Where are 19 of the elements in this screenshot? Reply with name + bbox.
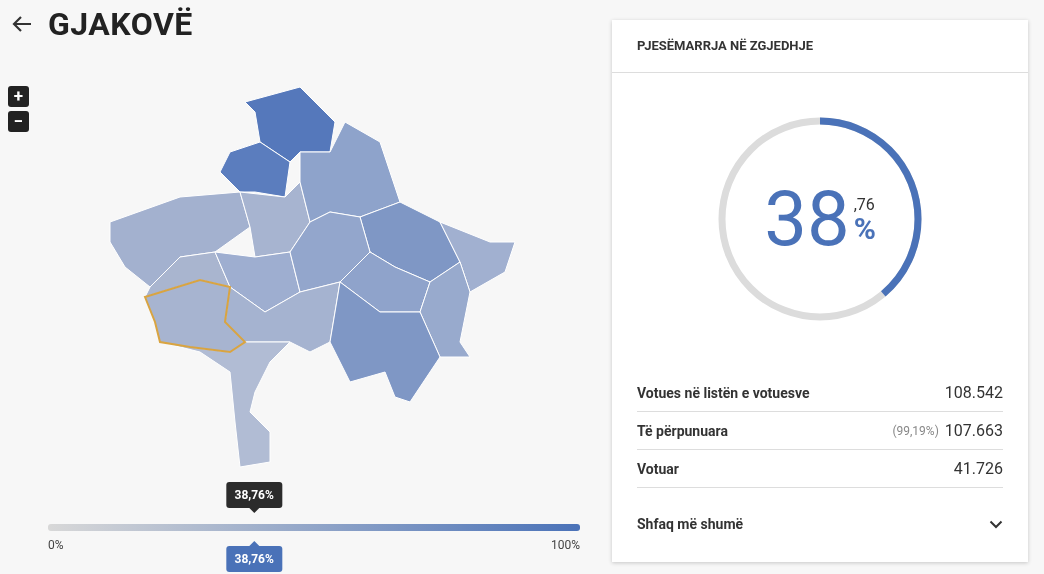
legend-min-label: 0% (48, 538, 64, 552)
stat-value: 108.542 (944, 383, 1003, 402)
legend-max-label: 100% (550, 538, 580, 552)
tooltip: 38,76% (226, 482, 282, 513)
zoom-in-button[interactable]: + (8, 86, 29, 107)
page-title: GJAKOVË (48, 5, 193, 43)
card-title: PJESËMARRJA NË ZGJEDHJE (612, 20, 1028, 73)
stat-value: 107.663 (944, 421, 1003, 440)
show-more-link[interactable]: Shfaq më shumë (637, 516, 744, 532)
turnout-value: 38 (764, 181, 850, 257)
percent-sign: % (853, 213, 876, 244)
stat-label: Votues në listën e votuesve (637, 384, 811, 401)
stat-percentage: (99,19%) (892, 423, 939, 438)
stat-label: Votuar (637, 460, 680, 477)
stat-value: 41.726 (953, 459, 1003, 478)
zoom-out-button[interactable]: − (8, 111, 29, 132)
stat-label: Të përpunuara (637, 422, 729, 439)
turnout-decimal: ,76 (853, 194, 875, 214)
chevron-down-icon[interactable] (989, 519, 1003, 529)
